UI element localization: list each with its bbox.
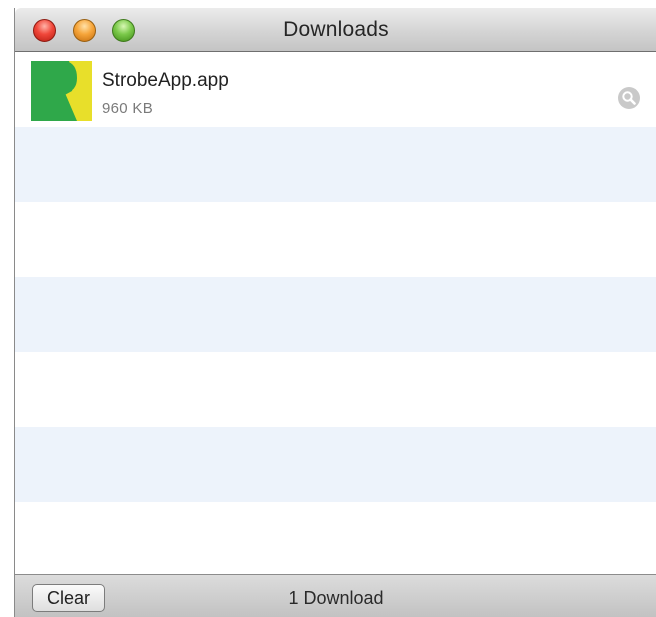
window-title: Downloads — [283, 18, 389, 41]
download-count-status: 1 Download — [288, 588, 384, 608]
downloads-window: Downloads StrobeApp.app 960 KB Clear 1 D… — [14, 8, 656, 617]
list-stripe — [15, 277, 656, 352]
download-filename: StrobeApp.app — [102, 70, 229, 91]
list-stripe — [15, 127, 656, 202]
bottom-bar: Clear 1 Download — [15, 574, 656, 617]
strobeapp-app-icon — [31, 61, 92, 121]
list-stripe — [15, 427, 656, 502]
title-bar[interactable]: Downloads — [15, 8, 656, 52]
download-size: 960 KB — [102, 100, 154, 117]
magnifier-icon[interactable] — [617, 86, 641, 110]
downloads-list: StrobeApp.app 960 KB — [15, 52, 656, 582]
download-item[interactable]: StrobeApp.app 960 KB — [15, 52, 656, 127]
